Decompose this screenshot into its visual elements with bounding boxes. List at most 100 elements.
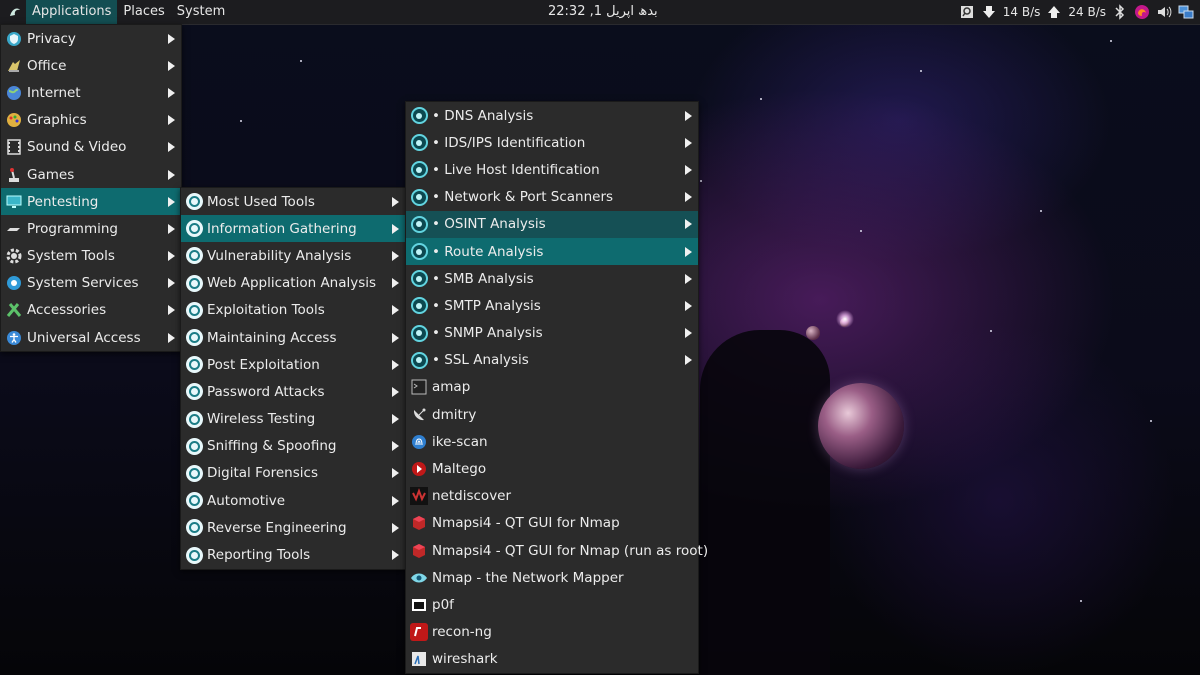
info-item-network-port-scanners[interactable]: • Network & Port Scanners [406, 184, 698, 211]
network-monitor-icon[interactable] [1178, 4, 1194, 20]
menu-item-label: Sniffing & Spoofing [207, 438, 337, 455]
menu-item-games[interactable]: Games [1, 161, 181, 188]
eye-icon [410, 569, 428, 587]
menu-item-label: • SSL Analysis [432, 352, 529, 369]
pentest-item-reporting-tools[interactable]: Reporting Tools [181, 541, 405, 568]
info-item-ike-scan[interactable]: ike-scan [406, 428, 698, 455]
menu-item-pentesting[interactable]: Pentesting [1, 188, 181, 216]
menu-item-label: • IDS/IPS Identification [432, 134, 586, 151]
menu-item-system-tools[interactable]: System Tools [1, 243, 181, 270]
info-item-p0f[interactable]: p0f [406, 591, 698, 618]
search-icon[interactable] [959, 4, 975, 20]
info-item-ssl-analysis[interactable]: • SSL Analysis [406, 347, 698, 374]
pentest-item-post-exploitation[interactable]: Post Exploitation [181, 351, 405, 378]
menu-item-label: Vulnerability Analysis [207, 247, 352, 264]
menu-item-system-services[interactable]: System Services [1, 270, 181, 297]
pentest-item-sniffing-spoofing[interactable]: Sniffing & Spoofing [181, 433, 405, 460]
info-item-netdiscover[interactable]: netdiscover [406, 483, 698, 510]
info-item-nmapsi4-qt-gui-for-nmap-run-as-root[interactable]: Nmapsi4 - QT GUI for Nmap (run as root) [406, 537, 708, 564]
info-item-smtp-analysis[interactable]: • SMTP Analysis [406, 292, 698, 319]
menu-item-label: Pentesting [27, 193, 99, 210]
magnifier-category-icon [410, 188, 428, 206]
p0f-icon [410, 596, 428, 614]
kali-dragon-icon[interactable] [6, 3, 24, 21]
menu-item-label: Post Exploitation [207, 356, 320, 373]
download-arrow-icon [981, 4, 997, 20]
menu-item-label: System Services [27, 275, 139, 292]
info-item-amap[interactable]: amap [406, 374, 698, 401]
places-menu[interactable]: Places [117, 0, 170, 24]
firefox-icon[interactable] [1134, 4, 1150, 20]
submenu-arrow-icon [168, 305, 175, 316]
bluetooth-icon[interactable] [1112, 4, 1128, 20]
menu-item-label: • Network & Port Scanners [432, 189, 614, 206]
info-item-dmitry[interactable]: dmitry [406, 401, 698, 428]
menu-item-sound-video[interactable]: Sound & Video [1, 134, 181, 161]
menu-item-privacy[interactable]: Privacy [1, 25, 181, 52]
pentest-item-web-application-analysis[interactable]: Web Application Analysis [181, 270, 405, 297]
info-item-ids-ips-identification[interactable]: • IDS/IPS Identification [406, 129, 698, 156]
pentest-item-reverse-engineering[interactable]: Reverse Engineering [181, 514, 405, 541]
pentest-item-exploitation-tools[interactable]: Exploitation Tools [181, 297, 405, 324]
system-menu[interactable]: System [171, 0, 231, 24]
menu-item-universal-access[interactable]: Universal Access [1, 324, 181, 351]
pentest-item-information-gathering[interactable]: Information Gathering [181, 215, 405, 243]
magnifier-category-icon [410, 161, 428, 179]
submenu-arrow-icon [685, 273, 692, 284]
info-item-snmp-analysis[interactable]: • SNMP Analysis [406, 320, 698, 347]
kali-category-icon [185, 329, 203, 347]
info-item-osint-analysis[interactable]: • OSINT Analysis [406, 210, 698, 238]
menu-item-label: Digital Forensics [207, 465, 318, 482]
fingerprint-icon [410, 433, 428, 451]
planet-image [818, 383, 904, 469]
code-icon [5, 220, 23, 238]
submenu-arrow-icon [392, 414, 399, 425]
info-item-smb-analysis[interactable]: • SMB Analysis [406, 265, 698, 292]
applications-menu[interactable]: Applications [26, 0, 118, 24]
menu-item-label: amap [432, 379, 471, 396]
wireshark-icon [410, 650, 428, 668]
info-item-maltego[interactable]: Maltego [406, 455, 698, 482]
info-item-nmap-the-network-mapper[interactable]: Nmap - the Network Mapper [406, 564, 698, 591]
submenu-arrow-icon [168, 115, 175, 126]
kali-category-icon [185, 464, 203, 482]
info-item-live-host-identification[interactable]: • Live Host Identification [406, 156, 698, 183]
pentest-item-password-attacks[interactable]: Password Attacks [181, 378, 405, 405]
submenu-arrow-icon [685, 192, 692, 203]
submenu-arrow-icon [168, 223, 175, 234]
submenu-arrow-icon [168, 169, 175, 180]
pentest-item-digital-forensics[interactable]: Digital Forensics [181, 460, 405, 487]
info-item-nmapsi4-qt-gui-for-nmap[interactable]: Nmapsi4 - QT GUI for Nmap [406, 510, 698, 537]
menu-item-label: Reverse Engineering [207, 519, 347, 536]
menu-item-label: • Route Analysis [432, 243, 544, 260]
kali-category-icon [185, 220, 203, 238]
pentest-item-maintaining-access[interactable]: Maintaining Access [181, 324, 405, 351]
menu-item-office[interactable]: Office [1, 52, 181, 79]
submenu-arrow-icon [392, 278, 399, 289]
menu-item-label: ike-scan [432, 433, 488, 450]
submenu-arrow-icon [685, 137, 692, 148]
menu-item-label: Nmapsi4 - QT GUI for Nmap [432, 515, 620, 532]
menu-item-programming[interactable]: Programming [1, 215, 181, 242]
menu-item-label: Exploitation Tools [207, 302, 325, 319]
pentest-item-automotive[interactable]: Automotive [181, 487, 405, 514]
pentesting-submenu: Most Used Tools Information Gathering Vuln… [180, 187, 406, 570]
menu-item-internet[interactable]: Internet [1, 79, 181, 106]
info-item-dns-analysis[interactable]: • DNS Analysis [406, 102, 698, 129]
pentest-item-most-used-tools[interactable]: Most Used Tools [181, 188, 405, 215]
pentest-item-wireless-testing[interactable]: Wireless Testing [181, 406, 405, 433]
info-item-wireshark[interactable]: wireshark [406, 646, 698, 673]
pentest-item-vulnerability-analysis[interactable]: Vulnerability Analysis [181, 242, 405, 269]
submenu-arrow-icon [392, 441, 399, 452]
info-item-recon-ng[interactable]: recon-ng [406, 619, 698, 646]
submenu-arrow-icon [685, 300, 692, 311]
menu-item-label: p0f [432, 596, 454, 613]
menu-item-graphics[interactable]: Graphics [1, 107, 181, 134]
volume-icon[interactable] [1156, 4, 1172, 20]
magnifier-category-icon [410, 324, 428, 342]
menu-item-label: • SMB Analysis [432, 270, 534, 287]
menu-item-accessories[interactable]: Accessories [1, 297, 181, 324]
clock[interactable]: بدھ اپریل 1, 22:32 [548, 0, 658, 24]
info-item-route-analysis[interactable]: • Route Analysis [406, 237, 698, 266]
menu-item-label: • SNMP Analysis [432, 325, 543, 342]
